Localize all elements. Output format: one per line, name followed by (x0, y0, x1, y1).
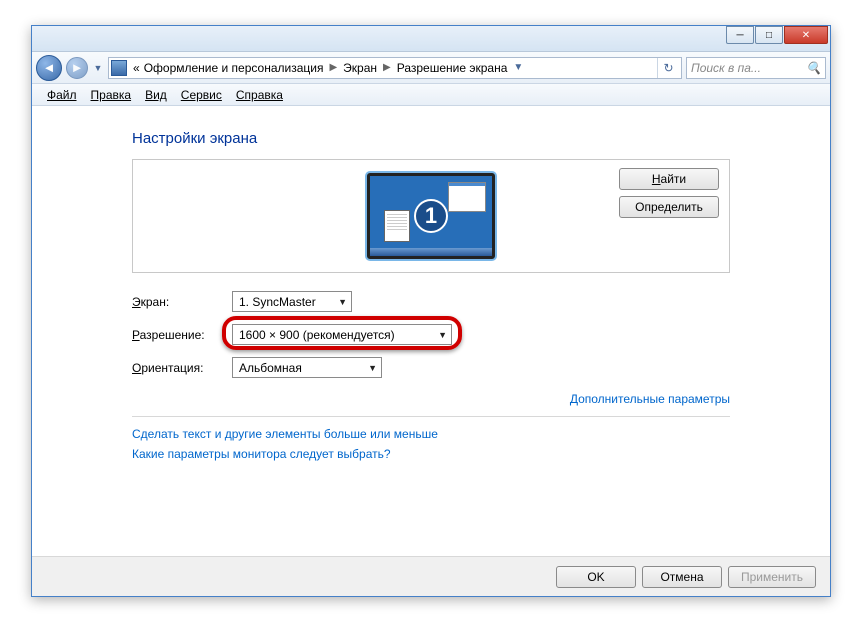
navbar: ◄ ► ▼ « Оформление и персонализация ▶ Эк… (32, 52, 830, 84)
chevron-right-icon[interactable]: ▶ (325, 62, 341, 73)
address-dropdown[interactable]: ▼ (509, 58, 527, 78)
menu-service[interactable]: Сервис (174, 88, 229, 102)
search-placeholder: Поиск в па... (691, 61, 761, 75)
screen-label: Экран: (132, 295, 232, 309)
document-icon (384, 210, 410, 242)
taskbar-icon (370, 248, 492, 256)
nav-history-dropdown[interactable]: ▼ (92, 57, 104, 79)
monitor-thumbnail[interactable]: 1 (367, 173, 495, 259)
close-button[interactable]: ✕ (784, 26, 828, 44)
address-bar[interactable]: « Оформление и персонализация ▶ Экран ▶ … (108, 57, 682, 79)
orientation-row: Ориентация: Альбомная ▼ (132, 357, 730, 378)
orientation-label: Ориентация: (132, 361, 232, 375)
content-area: Настройки экрана Найти Определить 1 Экра… (32, 106, 830, 497)
window: ─ □ ✕ ◄ ► ▼ « Оформление и персонализаци… (31, 25, 831, 597)
dialog-footer: OK Отмена Применить (32, 556, 830, 596)
monitor-preview-box: Найти Определить 1 (132, 159, 730, 273)
refresh-icon: ↻ (663, 61, 673, 75)
apply-button[interactable]: Применить (728, 566, 816, 588)
chevron-down-icon: ▼ (430, 330, 447, 340)
screen-value: 1. SyncMaster (239, 295, 316, 309)
orientation-value: Альбомная (239, 361, 302, 375)
which-settings-link[interactable]: Какие параметры монитора следует выбрать… (132, 447, 730, 461)
window-icon (448, 182, 486, 212)
resolution-value: 1600 × 900 (рекомендуется) (239, 328, 395, 342)
screen-dropdown[interactable]: 1. SyncMaster ▼ (232, 291, 352, 312)
divider (132, 416, 730, 417)
cancel-button[interactable]: Отмена (642, 566, 722, 588)
identify-button[interactable]: Определить (619, 196, 719, 218)
menu-view[interactable]: Вид (138, 88, 174, 102)
search-icon: 🔍 (806, 61, 821, 75)
chevron-down-icon: ▼ (360, 363, 377, 373)
breadcrumb-item[interactable]: Экран (341, 61, 379, 75)
breadcrumb-prefix: « (131, 61, 142, 75)
monitor-number-badge: 1 (414, 199, 448, 233)
text-size-link[interactable]: Сделать текст и другие элементы больше и… (132, 427, 730, 441)
menu-help[interactable]: Справка (229, 88, 290, 102)
chevron-down-icon: ▼ (330, 297, 347, 307)
search-input[interactable]: Поиск в па... 🔍 (686, 57, 826, 79)
resolution-label: Разрешение: (132, 328, 232, 342)
maximize-button[interactable]: □ (755, 26, 783, 44)
screen-row: Экран: 1. SyncMaster ▼ (132, 291, 730, 312)
chevron-right-icon[interactable]: ▶ (379, 62, 395, 73)
menu-edit[interactable]: Правка (84, 88, 139, 102)
ok-button[interactable]: OK (556, 566, 636, 588)
find-button[interactable]: Найти (619, 168, 719, 190)
control-panel-icon (111, 60, 127, 76)
advanced-settings-link[interactable]: Дополнительные параметры (570, 392, 730, 406)
breadcrumb-item[interactable]: Разрешение экрана (395, 61, 510, 75)
refresh-button[interactable]: ↻ (657, 58, 679, 78)
minimize-button[interactable]: ─ (726, 26, 754, 44)
nav-back-button[interactable]: ◄ (36, 55, 62, 81)
orientation-dropdown[interactable]: Альбомная ▼ (232, 357, 382, 378)
menu-file[interactable]: Файл (40, 88, 84, 102)
nav-forward-button[interactable]: ► (66, 57, 88, 79)
page-title: Настройки экрана (132, 130, 730, 147)
resolution-row: Разрешение: 1600 × 900 (рекомендуется) ▼ (132, 324, 730, 345)
breadcrumb-item[interactable]: Оформление и персонализация (142, 61, 326, 75)
resolution-dropdown[interactable]: 1600 × 900 (рекомендуется) ▼ (232, 324, 452, 345)
menubar: Файл Правка Вид Сервис Справка (32, 84, 830, 106)
titlebar: ─ □ ✕ (32, 26, 830, 52)
